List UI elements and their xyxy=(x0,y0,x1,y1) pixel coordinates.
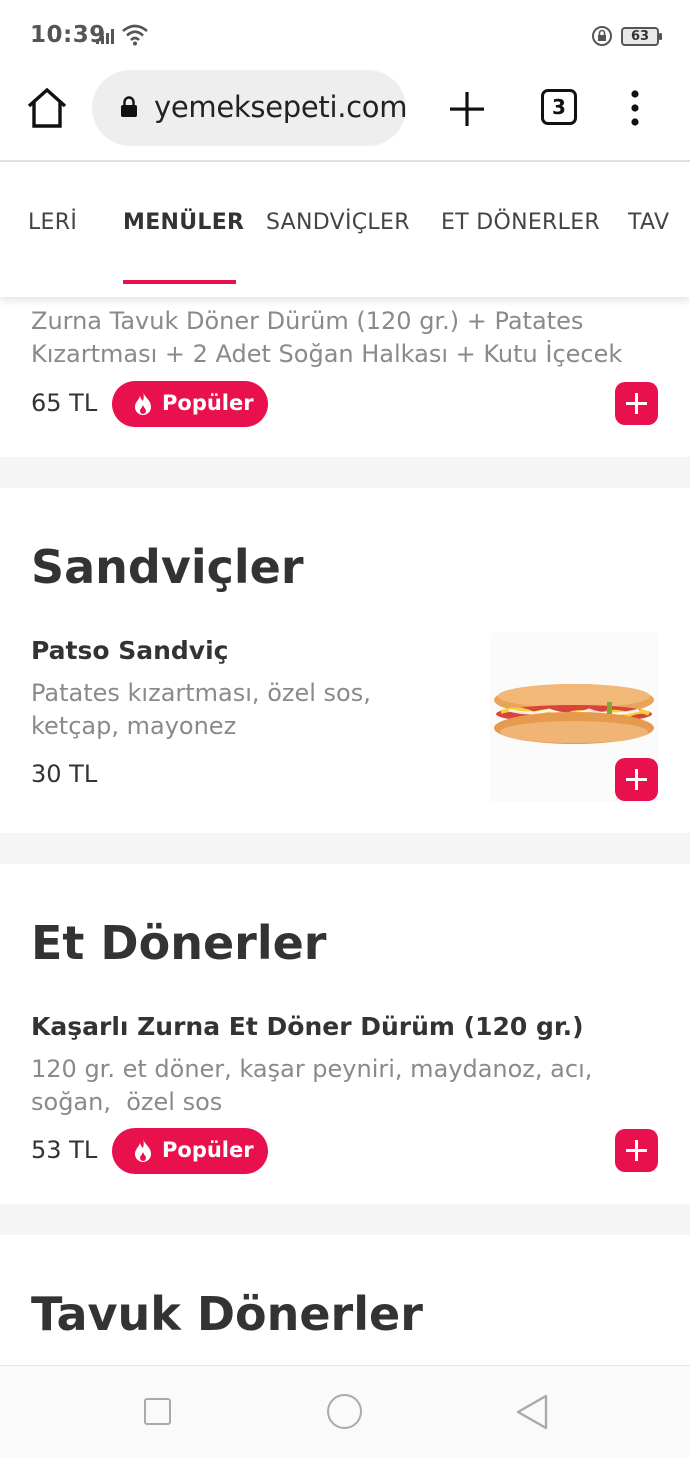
category-tab-et-donerler[interactable]: ET DÖNERLER xyxy=(441,210,600,235)
signal-icon xyxy=(96,29,114,44)
section-divider xyxy=(0,457,690,488)
tab-switcher-button[interactable]: 3 xyxy=(541,89,577,125)
status-time: 10:39 xyxy=(30,22,106,48)
item-description: Patates kızartması, özel sos, ketçap, ma… xyxy=(31,679,371,740)
active-tab-indicator xyxy=(123,280,236,284)
item-description: Zurna Tavuk Döner Dürüm (120 gr.) + Pata… xyxy=(31,307,623,368)
section-title: Tavuk Dönerler xyxy=(31,1287,423,1341)
item-description: 120 gr. et döner, kaşar peyniri, maydano… xyxy=(31,1055,601,1116)
popular-badge-label: Popüler xyxy=(162,1138,254,1162)
item-price: 30 TL xyxy=(31,760,98,788)
wifi-icon xyxy=(122,24,148,46)
menu-item-card[interactable]: Zurna Tavuk Döner Dürüm (120 gr.) + Pata… xyxy=(0,297,690,457)
home-icon[interactable] xyxy=(24,86,70,130)
popular-badge-label: Popüler xyxy=(162,391,254,415)
status-bar: 10:39 63 xyxy=(0,0,690,70)
flame-icon xyxy=(135,392,151,415)
popular-badge: Popüler xyxy=(112,381,268,427)
add-to-cart-button[interactable] xyxy=(615,1129,658,1172)
category-tab-tavuk-donerler[interactable]: TAV xyxy=(628,210,669,235)
category-tab-sandvicler[interactable]: SANDVİÇLER xyxy=(266,210,410,235)
rotation-lock-icon xyxy=(592,26,612,46)
browser-toolbar: yemeksepeti.com 3 xyxy=(0,70,690,162)
flame-icon xyxy=(135,1139,151,1162)
home-circle-icon[interactable] xyxy=(327,1394,362,1429)
category-tab-previous[interactable]: LERİ xyxy=(28,210,77,235)
section-divider xyxy=(0,1204,690,1235)
recents-square-icon[interactable] xyxy=(144,1398,171,1425)
more-vertical-icon[interactable] xyxy=(620,88,650,128)
section-et-donerler: Et Dönerler Kaşarlı Zurna Et Döner Dürüm… xyxy=(0,864,690,1204)
category-tab-menuler[interactable]: MENÜLER xyxy=(123,210,244,235)
address-bar[interactable]: yemeksepeti.com xyxy=(92,70,406,146)
item-price: 65 TL xyxy=(31,389,98,417)
add-to-cart-button[interactable] xyxy=(615,382,658,425)
section-tavuk-donerler: Tavuk Dönerler xyxy=(0,1235,690,1365)
section-divider xyxy=(0,833,690,864)
url-text[interactable]: yemeksepeti.com xyxy=(154,90,406,124)
add-to-cart-button[interactable] xyxy=(615,758,658,801)
battery-icon: 63 xyxy=(621,27,662,46)
item-price: 53 TL xyxy=(31,1136,98,1164)
category-nav: LERİ MENÜLER SANDVİÇLER ET DÖNERLER TAV xyxy=(0,164,690,297)
section-title: Sandviçler xyxy=(31,540,304,594)
popular-badge: Popüler xyxy=(112,1128,268,1174)
system-navigation-bar xyxy=(0,1365,690,1457)
item-name[interactable]: Kaşarlı Zurna Et Döner Dürüm (120 gr.) xyxy=(31,1012,584,1041)
item-name[interactable]: Patso Sandviç xyxy=(31,636,229,665)
plus-icon[interactable] xyxy=(448,90,486,128)
back-triangle-icon[interactable] xyxy=(514,1393,550,1431)
lock-icon xyxy=(121,96,137,117)
section-title: Et Dönerler xyxy=(31,916,327,970)
